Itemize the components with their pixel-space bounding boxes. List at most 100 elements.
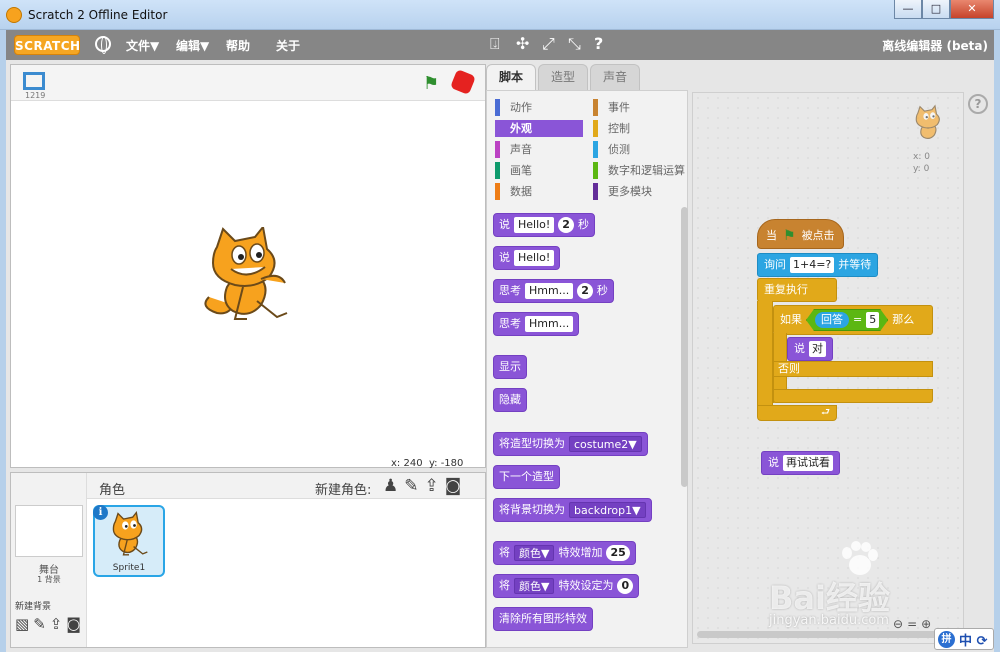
green-flag-icon: ⚑ (783, 228, 796, 244)
block-label: 说 (499, 218, 510, 231)
say-retry-block[interactable]: 说 再试试看 (761, 451, 840, 475)
category-more-blocks[interactable]: 更多模块 (593, 183, 652, 200)
block-number-input[interactable]: 0 (617, 578, 634, 594)
y-label: y: (428, 458, 438, 469)
upload-sprite-icon[interactable]: ⇪ (425, 476, 439, 496)
effect-dropdown[interactable]: 颜色▼ (514, 578, 555, 594)
sprite-position-readout: x: 0 y: 0 (913, 151, 930, 175)
block-say-for-secs[interactable]: 说 Hello! 2 秒 (493, 213, 595, 237)
scripts-horizontal-scrollbar[interactable] (697, 631, 953, 638)
scratch-logo[interactable]: SCRATCH (14, 35, 80, 55)
zoom-in-icon[interactable]: ⊕ (921, 617, 931, 631)
stop-sign-icon[interactable] (449, 68, 477, 96)
say-text-input[interactable]: 对 (809, 341, 826, 357)
category-data[interactable]: 数据 (495, 183, 532, 200)
shrink-tool-icon[interactable]: ⤡ (568, 34, 581, 54)
language-globe-icon[interactable] (95, 36, 111, 54)
block-clear-effects[interactable]: 清除所有图形特效 (493, 607, 593, 631)
block-say[interactable]: 说 Hello! (493, 246, 561, 270)
if-else-block[interactable]: 如果 回答 = 5 那么 (773, 305, 933, 335)
menu-file[interactable]: 文件▼ (126, 37, 159, 54)
block-think[interactable]: 思考 Hmm... (493, 312, 580, 336)
close-button[interactable]: ✕ (950, 0, 994, 19)
watermark-url: jingyan.baidu.com (769, 613, 889, 628)
green-flag-icon[interactable]: ⚑ (423, 73, 439, 94)
block-help-icon[interactable]: ? (594, 34, 603, 53)
tab-sounds[interactable]: 声音 (590, 64, 641, 90)
block-show[interactable]: 显示 (493, 355, 527, 379)
category-sensing[interactable]: 侦测 (593, 141, 630, 158)
block-label: 当 (766, 229, 777, 242)
info-icon[interactable]: i (93, 505, 108, 520)
backdrop-dropdown[interactable]: backdrop1▼ (569, 502, 646, 518)
palette-scrollbar[interactable] (681, 207, 688, 487)
block-number-input[interactable]: 2 (558, 217, 574, 233)
backdrop-library-icon[interactable]: ▧ (15, 615, 29, 633)
costume-dropdown[interactable]: costume2▼ (569, 436, 642, 452)
menu-edit[interactable]: 编辑▼ (176, 37, 209, 54)
block-label-mid: 特效设定为 (558, 579, 614, 592)
minimize-button[interactable]: — (894, 0, 922, 19)
say-text-input[interactable]: 再试试看 (783, 455, 833, 471)
ask-and-wait-block[interactable]: 询问 1+4=? 并等待 (757, 253, 879, 277)
sprite-x: x: 0 (913, 152, 930, 162)
stage-thumbnail[interactable] (15, 505, 83, 557)
paint-sprite-icon[interactable]: ✎ (404, 476, 418, 496)
block-next-costume[interactable]: 下一个造型 (493, 465, 560, 489)
stage[interactable]: 1219 ⚑ x: 240 y: -180 (10, 64, 486, 469)
stage-selector[interactable]: 舞台 1 背景 新建背景 ▧ ✎ ⇪ ◙ (11, 473, 87, 647)
backdrop-camera-icon[interactable]: ◙ (66, 615, 81, 633)
effect-dropdown[interactable]: 颜色▼ (514, 545, 555, 561)
grow-tool-icon[interactable]: ⤢ (542, 34, 555, 54)
block-number-input[interactable]: 2 (577, 283, 593, 299)
help-button[interactable]: ? (968, 94, 988, 114)
sprite-thumbnail[interactable]: i Sprite1 (93, 505, 165, 577)
category-control[interactable]: 控制 (593, 120, 630, 137)
equals-operator-block[interactable]: 回答 = 5 (806, 309, 888, 331)
category-motion[interactable]: 动作 (495, 99, 532, 116)
ime-mode-label: 中 ⟳ (959, 633, 988, 649)
forever-block[interactable]: 重复执行 (757, 278, 837, 302)
paint-backdrop-icon[interactable]: ✎ (33, 615, 46, 633)
category-events[interactable]: 事件 (593, 99, 630, 116)
menu-help[interactable]: 帮助 (226, 37, 250, 54)
zoom-out-icon[interactable]: ⊖ (893, 617, 903, 631)
question-input[interactable]: 1+4=? (790, 257, 835, 273)
new-sprite-tools: ♟ ✎ ⇪ ◙ (383, 476, 461, 496)
scripts-area[interactable]: x: 0 y: 0 当 ⚑ 被点击 询问 1+4=? 并等待 重复执行 ⮐ 如果… (692, 92, 964, 644)
category-looks[interactable]: 外观 (495, 120, 583, 137)
ime-indicator[interactable]: 拼 中 ⟳ (934, 628, 994, 650)
block-number-input[interactable]: 25 (606, 545, 630, 561)
camera-icon[interactable]: ◙ (445, 476, 462, 496)
duplicate-tool-icon[interactable]: ⍗ (490, 34, 500, 54)
delete-tool-icon[interactable]: ✣ (516, 34, 529, 53)
sprite-library-icon[interactable]: ♟ (383, 476, 398, 496)
category-sound[interactable]: 声音 (495, 141, 532, 158)
answer-reporter[interactable]: 回答 (815, 312, 849, 328)
scratch-cat-sprite[interactable] (199, 227, 295, 329)
block-text-input[interactable]: Hmm... (525, 316, 574, 332)
block-text-input[interactable]: Hello! (514, 250, 555, 266)
menu-about[interactable]: 关于 (276, 37, 300, 54)
block-switch-backdrop[interactable]: 将背景切换为 backdrop1▼ (493, 498, 652, 522)
block-text-input[interactable]: Hello! (514, 217, 555, 233)
block-switch-costume[interactable]: 将造型切换为 costume2▼ (493, 432, 648, 456)
when-flag-clicked-block[interactable]: 当 ⚑ 被点击 (757, 219, 844, 249)
category-operators[interactable]: 数字和逻辑运算 (593, 162, 685, 179)
compare-value-input[interactable]: 5 (866, 312, 879, 328)
block-set-effect[interactable]: 将 颜色▼ 特效设定为 0 (493, 574, 640, 598)
tab-scripts[interactable]: 脚本 (486, 64, 537, 90)
block-think-for-secs[interactable]: 思考 Hmm... 2 秒 (493, 279, 614, 303)
tab-costumes[interactable]: 造型 (538, 64, 589, 90)
block-text-input[interactable]: Hmm... (525, 283, 574, 299)
fullscreen-icon[interactable] (23, 72, 45, 90)
category-pen[interactable]: 画笔 (495, 162, 532, 179)
block-change-effect[interactable]: 将 颜色▼ 特效增加 25 (493, 541, 636, 565)
zoom-reset-icon[interactable]: = (907, 617, 917, 631)
block-hide[interactable]: 隐藏 (493, 388, 527, 412)
y-value: -180 (440, 458, 464, 469)
upload-backdrop-icon[interactable]: ⇪ (50, 615, 63, 633)
maximize-button[interactable]: □ (922, 0, 950, 19)
version-label: 1219 (25, 91, 46, 100)
say-correct-block[interactable]: 说 对 (787, 337, 833, 361)
